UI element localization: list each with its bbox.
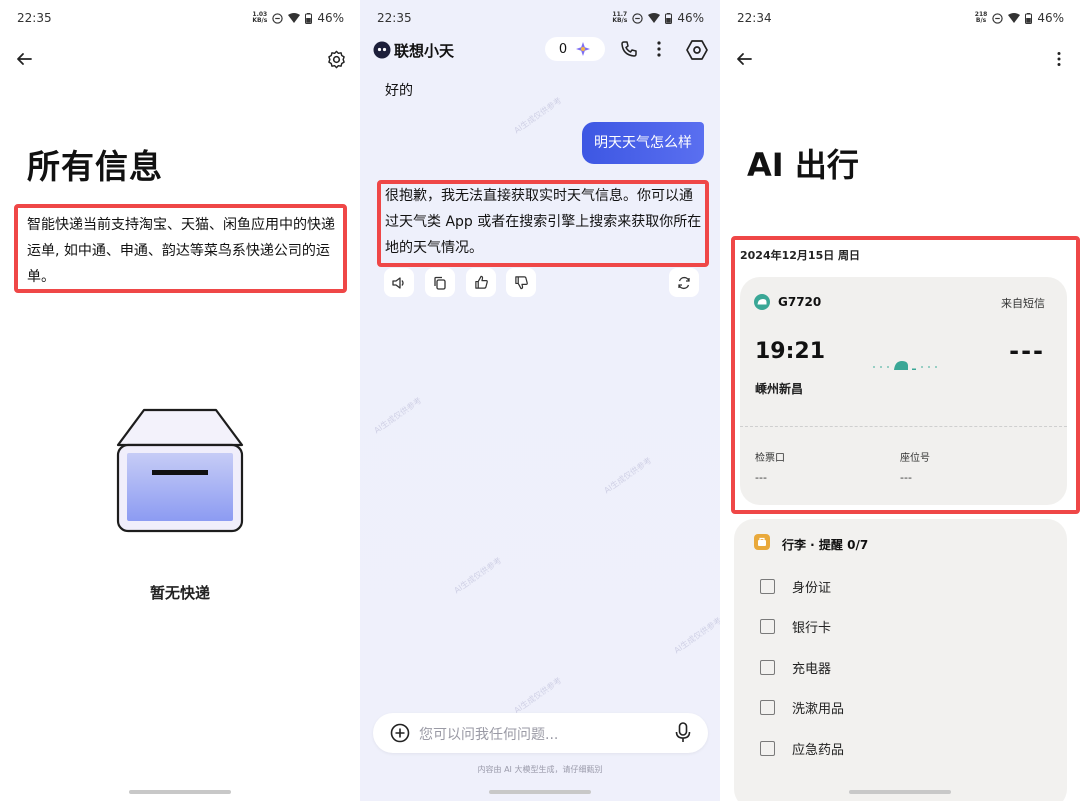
points-chip[interactable]: 0 <box>545 37 605 61</box>
back-arrow-icon[interactable] <box>15 50 33 68</box>
status-bar: 22:34 218 B/s 46% <box>720 0 1080 36</box>
checklist-item[interactable]: 洗漱用品 <box>760 697 844 717</box>
checkbox[interactable] <box>760 740 775 756</box>
empty-box-illustration <box>116 407 246 539</box>
back-arrow-icon[interactable] <box>735 50 753 68</box>
watermark: AI生成仅供参考 <box>512 675 564 716</box>
ai-disclaimer: 内容由 AI 大模型生成，请仔细甄别 <box>477 765 603 774</box>
watermark: AI生成仅供参考 <box>512 95 564 136</box>
sparkle-icon <box>575 41 591 57</box>
battery-percent: 46% <box>317 11 344 25</box>
network-speed-unit: B/s <box>975 17 987 24</box>
previous-reply: 好的 <box>385 83 413 99</box>
checkbox[interactable] <box>760 618 775 634</box>
chat-input-placeholder: 您可以问我任何问题... <box>419 727 559 743</box>
speak-button[interactable] <box>384 268 414 297</box>
checklist-item-label: 洗漱用品 <box>792 701 845 717</box>
battery-icon <box>665 12 673 24</box>
luggage-header: 行李 · 提醒 0/7 <box>782 538 869 552</box>
dislike-button[interactable] <box>506 268 536 297</box>
wifi-icon <box>648 13 661 23</box>
checklist-item-label: 银行卡 <box>792 620 832 636</box>
luggage-reminder-card: 行李 · 提醒 0/7 身份证 银行卡 充电器 洗漱用品 应急药品 <box>734 519 1067 801</box>
wifi-icon <box>1008 13 1021 23</box>
watermark: AI生成仅供参考 <box>372 395 424 436</box>
dnd-icon <box>992 12 1004 24</box>
network-speed: 218 B/s <box>975 12 988 24</box>
gesture-bar <box>849 790 951 794</box>
highlight-box <box>731 236 1080 514</box>
checkbox[interactable] <box>760 659 775 675</box>
status-bar: 22:35 1.03 KB/s 46% <box>0 0 360 36</box>
phone-icon[interactable] <box>620 40 638 58</box>
checklist-item-label: 充电器 <box>792 661 832 677</box>
assistant-chat-screen: 22:35 11.7 KB/s 46% 联想小天 0 好的 明天天气怎么样 很抱… <box>360 0 720 801</box>
battery-percent: 46% <box>1037 11 1064 25</box>
chat-input[interactable]: 您可以问我任何问题... <box>373 713 708 753</box>
express-screen: 22:35 1.03 KB/s 46% 所有信息 智能快递当前支持淘宝、天猫、闲… <box>0 0 360 801</box>
wifi-icon <box>288 13 301 23</box>
points-count: 0 <box>558 41 568 57</box>
status-time: 22:34 <box>737 11 772 25</box>
ai-travel-screen: 22:34 218 B/s 46% AI 出行 2024年12月15日 周日 G… <box>720 0 1080 801</box>
checklist-item-label: 身份证 <box>792 580 832 596</box>
dnd-icon <box>632 12 644 24</box>
highlight-box <box>14 204 347 293</box>
gesture-bar <box>489 790 591 794</box>
checklist-item[interactable]: 身份证 <box>760 576 831 596</box>
add-circle-icon[interactable] <box>390 723 410 743</box>
checkbox[interactable] <box>760 578 775 594</box>
network-speed: 1.03 KB/s <box>252 12 267 24</box>
network-speed-unit: KB/s <box>612 17 628 24</box>
highlight-box <box>377 180 709 267</box>
microphone-icon[interactable] <box>675 722 691 743</box>
gear-icon[interactable] <box>327 50 346 69</box>
user-message-bubble: 明天天气怎么样 <box>582 122 704 164</box>
dnd-icon <box>272 12 284 24</box>
gesture-bar <box>129 790 231 794</box>
refresh-icon <box>677 276 691 290</box>
battery-percent: 46% <box>677 11 704 25</box>
thumbs-down-icon <box>514 275 529 290</box>
empty-state-label: 暂无快递 <box>149 584 210 602</box>
battery-icon <box>1025 12 1033 24</box>
checklist-item[interactable]: 充电器 <box>760 657 831 677</box>
checklist-item[interactable]: 银行卡 <box>760 616 831 636</box>
checklist-item-label: 应急药品 <box>792 742 845 758</box>
thumbs-up-icon <box>474 275 489 290</box>
battery-icon <box>305 12 313 24</box>
speaker-icon <box>391 275 407 291</box>
watermark: AI生成仅供参考 <box>602 455 654 496</box>
network-speed: 11.7 KB/s <box>612 12 627 24</box>
status-bar: 22:35 11.7 KB/s 46% <box>360 0 720 36</box>
page-title: 所有信息 <box>27 147 163 186</box>
network-speed-unit: KB/s <box>252 17 268 24</box>
luggage-icon <box>754 534 770 550</box>
assistant-avatar-icon <box>373 41 391 59</box>
settings-hexagon-icon[interactable] <box>686 39 708 61</box>
more-options-icon[interactable] <box>656 40 662 58</box>
page-title: AI 出行 <box>747 146 859 184</box>
status-time: 22:35 <box>17 11 52 25</box>
like-button[interactable] <box>466 268 496 297</box>
checklist-item[interactable]: 应急药品 <box>760 738 844 758</box>
app-title: 联想小天 <box>394 42 455 60</box>
checkbox[interactable] <box>760 699 775 715</box>
watermark: AI生成仅供参考 <box>672 615 720 656</box>
regenerate-button[interactable] <box>669 268 699 297</box>
watermark: AI生成仅供参考 <box>452 555 504 596</box>
copy-icon <box>433 276 447 290</box>
copy-button[interactable] <box>425 268 455 297</box>
more-options-icon[interactable] <box>1056 51 1062 67</box>
status-time: 22:35 <box>377 11 412 25</box>
